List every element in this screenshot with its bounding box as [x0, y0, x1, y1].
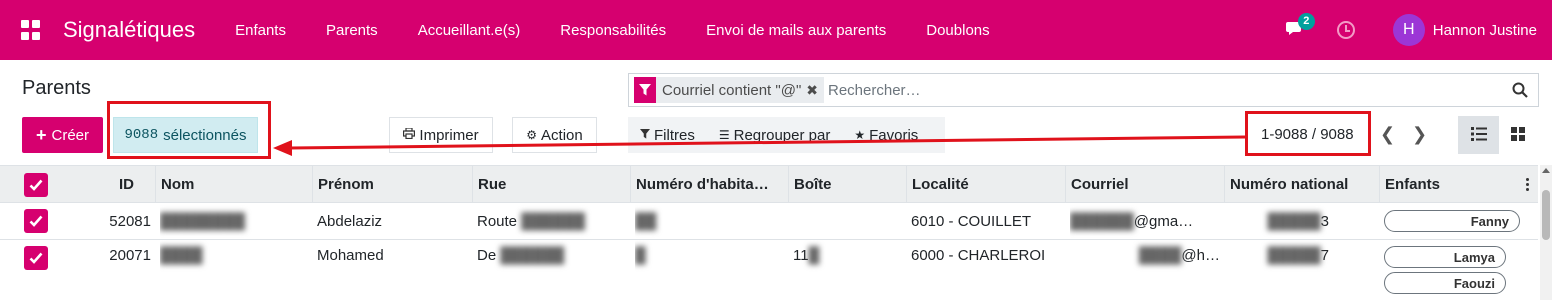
search-options-bar: Filtres ☰ Regrouper par ★ Favoris	[628, 117, 945, 153]
table-row[interactable]: 52081 ████████ Abdelaziz Route ██████ ██…	[0, 203, 1538, 240]
favorites-label: Favoris	[869, 126, 919, 144]
cell-courriel: ██████ @gma…	[1070, 212, 1194, 230]
cell-localite: 6000 - CHARLEROI	[911, 247, 1046, 264]
activity-clock-icon[interactable]	[1336, 21, 1355, 39]
page-title: Parents	[22, 77, 91, 99]
group-by-dropdown[interactable]: ☰ Regrouper par	[707, 127, 843, 144]
cell-numero-national: █████ 7	[1267, 247, 1329, 264]
kanban-grid-icon	[1511, 126, 1525, 144]
cell-numero: ██	[635, 212, 657, 230]
cell-boite	[793, 203, 903, 239]
cell-nom: ████████	[160, 212, 246, 230]
user-name[interactable]: Hannon Justine	[1433, 22, 1537, 39]
menu-item-enfants[interactable]: Enfants	[215, 22, 306, 39]
column-header-numero[interactable]: Numéro d'habita…	[630, 166, 788, 202]
search-icon[interactable]	[1512, 82, 1528, 101]
child-tag: Fanny	[1384, 210, 1520, 232]
chat-count-badge: 2	[1297, 13, 1315, 30]
highlight-box-pager	[1245, 111, 1371, 156]
column-header-courriel[interactable]: Courriel	[1065, 166, 1224, 202]
menu-item-accueillants[interactable]: Accueillant.e(s)	[398, 22, 541, 39]
scrollbar-thumb[interactable]	[1542, 190, 1550, 240]
column-header-prenom[interactable]: Prénom	[312, 166, 472, 202]
column-header-localite[interactable]: Localité	[906, 166, 1065, 202]
column-header-enfants[interactable]: Enfants	[1379, 166, 1519, 202]
favorites-dropdown[interactable]: ★ Favoris	[842, 127, 930, 144]
highlight-box-selected	[107, 101, 271, 159]
search-bar[interactable]: Courriel contient "@" ✖	[628, 73, 1539, 107]
menu-item-envoi-mails[interactable]: Envoi de mails aux parents	[686, 22, 906, 39]
list-icon	[1470, 126, 1487, 144]
column-header-nom[interactable]: Nom	[155, 166, 312, 202]
column-header-id[interactable]: ID	[64, 166, 156, 202]
child-tag: Lamya	[1384, 246, 1506, 268]
column-header-numero-national[interactable]: Numéro national	[1224, 166, 1379, 202]
action-button[interactable]: ⚙ Action	[512, 117, 597, 153]
app-brand[interactable]: Signalétiques	[63, 17, 195, 43]
print-button-label: Imprimer	[419, 126, 479, 144]
cell-nom: ████	[160, 247, 203, 264]
star-icon: ★	[854, 128, 866, 142]
apps-grid-icon[interactable]	[21, 20, 41, 40]
bars-icon: ☰	[718, 128, 730, 142]
search-facet: Courriel contient "@" ✖	[634, 77, 824, 103]
menu-item-doublons[interactable]: Doublons	[906, 22, 1009, 39]
kanban-view-button[interactable]	[1499, 116, 1537, 154]
action-button-label: Action	[541, 126, 583, 144]
avatar[interactable]: H	[1392, 14, 1425, 46]
table-row[interactable]: 20071 ████ Mohamed De ██████ █ 11 █ 6000 …	[0, 240, 1538, 300]
pager-next-icon[interactable]: ❯	[1412, 124, 1427, 145]
facet-remove-icon[interactable]: ✖	[806, 82, 824, 99]
menu-item-responsabilites[interactable]: Responsabilités	[540, 22, 686, 39]
optional-columns-icon[interactable]	[1526, 178, 1530, 193]
scroll-up-arrow-icon[interactable]	[1542, 168, 1550, 173]
search-input[interactable]	[828, 81, 1478, 99]
create-button[interactable]: + Créer	[22, 117, 103, 153]
row-checkbox[interactable]	[24, 209, 48, 233]
cell-prenom: Abdelaziz	[317, 212, 383, 230]
select-all-checkbox[interactable]	[24, 173, 48, 197]
menu-item-parents[interactable]: Parents	[306, 22, 398, 39]
list-table: ID Nom Prénom Rue Numéro d'habita… Boîte…	[0, 165, 1552, 300]
filter-icon	[634, 77, 656, 103]
group-by-label: Regrouper par	[733, 126, 831, 144]
pager-previous-icon[interactable]: ❮	[1380, 124, 1395, 145]
column-header-boite[interactable]: Boîte	[788, 166, 906, 202]
top-navbar: Signalétiques Enfants Parents Accueillan…	[0, 0, 1552, 60]
gear-icon: ⚙	[526, 128, 538, 142]
list-view-button[interactable]	[1458, 116, 1499, 154]
cell-prenom: Mohamed	[317, 247, 384, 264]
row-checkbox[interactable]	[24, 246, 48, 270]
facet-label: Courriel contient "@"	[662, 81, 802, 99]
cell-localite: 6010 - COUILLET	[911, 212, 1032, 230]
cell-courriel: ████ @h…	[1138, 247, 1220, 264]
filter-icon	[640, 128, 650, 142]
cell-rue: Route ██████	[477, 212, 585, 230]
table-header: ID Nom Prénom Rue Numéro d'habita… Boîte…	[0, 165, 1538, 203]
print-icon	[403, 127, 416, 142]
filters-dropdown[interactable]: Filtres	[628, 127, 707, 144]
create-button-label: Créer	[51, 126, 90, 144]
cell-boite: 11 █	[793, 247, 820, 264]
chat-icon[interactable]: 2	[1285, 13, 1315, 40]
cell-id: 52081	[109, 212, 151, 230]
cell-numero-national: █████ 3	[1267, 212, 1329, 230]
cell-numero: █	[635, 247, 646, 264]
filters-label: Filtres	[654, 126, 695, 144]
child-tag: Faouzi	[1384, 272, 1506, 294]
print-button[interactable]: Imprimer	[389, 117, 493, 153]
cell-rue: De ██████	[477, 247, 565, 264]
column-header-rue[interactable]: Rue	[472, 166, 630, 202]
cell-id: 20071	[109, 247, 151, 264]
plus-icon: +	[35, 124, 47, 145]
